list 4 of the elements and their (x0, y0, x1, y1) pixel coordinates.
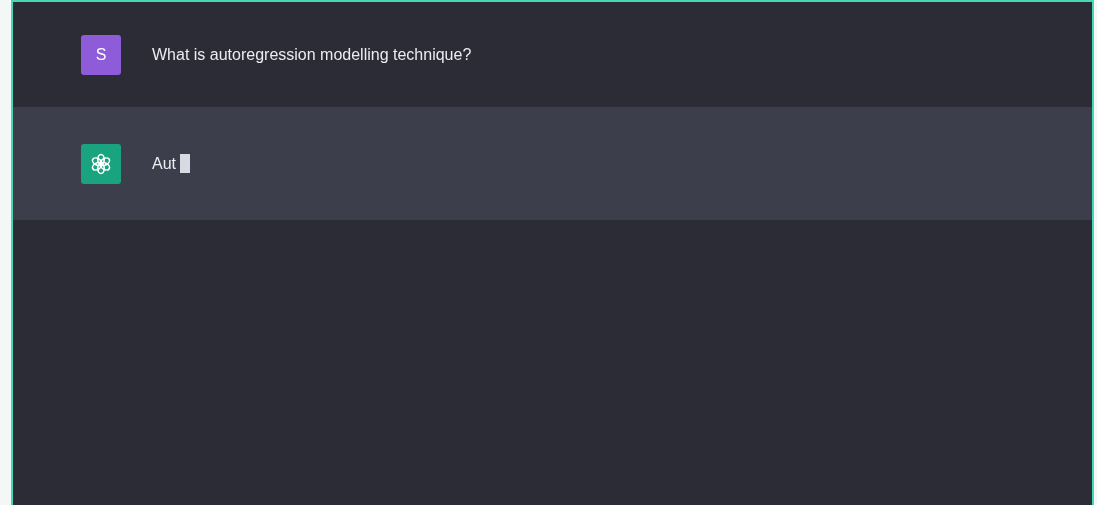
knot-icon (89, 151, 113, 176)
message-text: Aut (152, 154, 176, 173)
user-avatar: S (81, 34, 121, 75)
message-text: What is autoregression modelling technique? (152, 45, 472, 64)
